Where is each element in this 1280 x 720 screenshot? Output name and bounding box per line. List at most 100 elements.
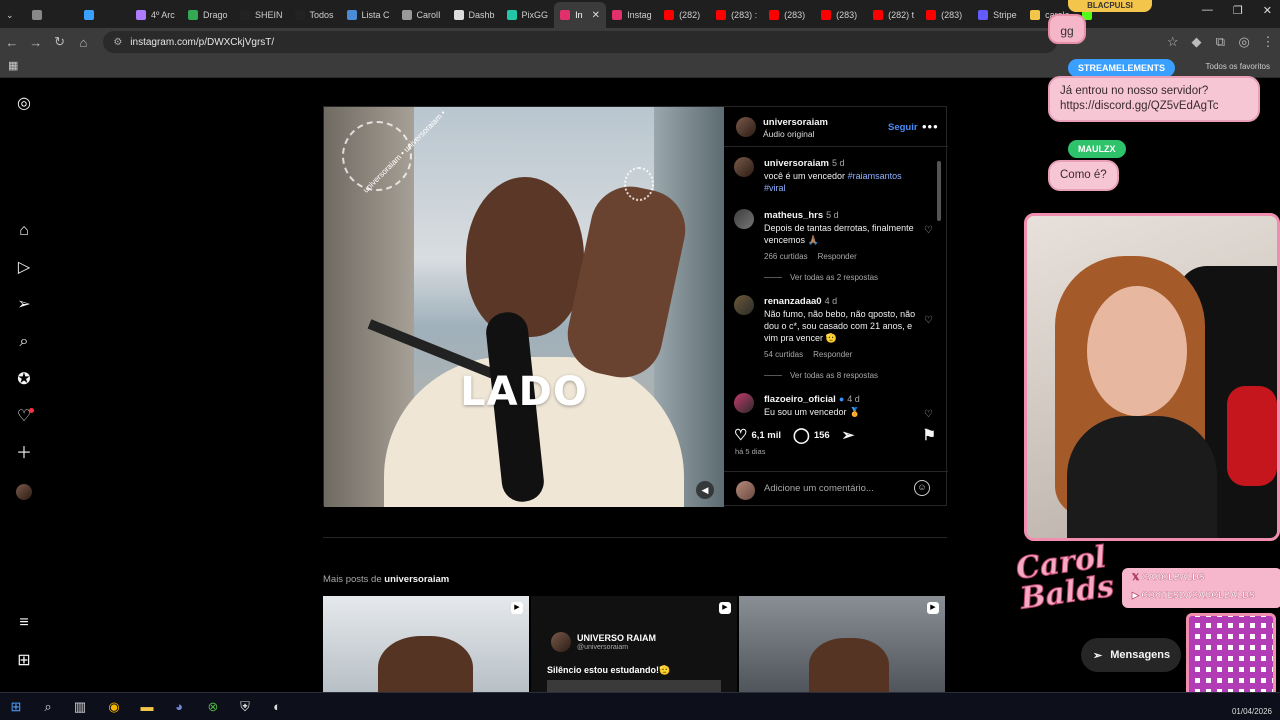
- browser-tab[interactable]: (282) t: [867, 2, 920, 28]
- security-shield-icon[interactable]: ⛨: [235, 697, 255, 717]
- search-icon[interactable]: ⌕: [38, 697, 58, 717]
- reload-button[interactable]: ↻: [48, 34, 72, 50]
- browser-tab[interactable]: Todos: [289, 2, 341, 28]
- browser-tab[interactable]: (283): [763, 2, 815, 28]
- comment-likes[interactable]: 266 curtidas: [764, 252, 808, 261]
- webcam-feed: [1024, 213, 1280, 541]
- bookmark-star-icon[interactable]: ☆: [1161, 34, 1185, 50]
- youtube-icon: ▶: [1132, 590, 1142, 600]
- author-username[interactable]: universoraiam: [763, 117, 828, 128]
- comment-username[interactable]: flazoeiro_oficial: [764, 394, 836, 405]
- xbox-icon[interactable]: ⊗: [203, 697, 223, 717]
- apps-grid-icon[interactable]: ▦: [8, 59, 18, 72]
- reel-video[interactable]: universoraiam • universoraiam • LADO ◀: [324, 107, 724, 507]
- extension-icon[interactable]: ◆: [1185, 34, 1209, 50]
- browser-tab[interactable]: [78, 2, 130, 28]
- more-post-thumbnail[interactable]: ▶: [323, 596, 529, 692]
- more-post-thumbnail[interactable]: ▶: [739, 596, 945, 692]
- all-bookmarks-label[interactable]: Todos os favoritos: [1206, 62, 1270, 71]
- close-window-icon[interactable]: ✕: [1263, 4, 1272, 17]
- comment-avatar[interactable]: [734, 393, 754, 413]
- more-post-thumbnail[interactable]: UNIVERSO RAIAM @universoraiam Silêncio e…: [531, 596, 737, 692]
- browser-tab[interactable]: (283): [920, 2, 972, 28]
- taskbar-clock[interactable]: 01/04/2026: [1232, 707, 1272, 716]
- browser-tab[interactable]: (283): [815, 2, 867, 28]
- windows-start-icon[interactable]: ⊞: [6, 697, 26, 717]
- comments-scrollbar[interactable]: [937, 151, 941, 417]
- direct-send-icon[interactable]: ➢: [14, 295, 34, 315]
- share-send-icon[interactable]: ➢: [842, 426, 855, 444]
- like-heart-icon[interactable]: ♡: [734, 426, 747, 444]
- close-tab-icon[interactable]: ✕: [592, 10, 600, 21]
- view-replies-link[interactable]: Ver todas as 2 respostas: [764, 273, 878, 282]
- browser-tab[interactable]: Stripe: [972, 2, 1024, 28]
- more-posts-user[interactable]: universoraiam: [384, 574, 449, 585]
- profile-icon[interactable]: ◎: [1232, 34, 1256, 50]
- back-button[interactable]: ←: [0, 35, 24, 50]
- comment-like-icon[interactable]: ♡: [924, 225, 934, 236]
- more-options-icon[interactable]: •••: [922, 119, 939, 134]
- notifications-heart-icon[interactable]: ♡: [14, 407, 34, 427]
- messages-button[interactable]: ➢ Mensagens: [1081, 638, 1181, 672]
- tab-label: 4º Arc: [151, 10, 175, 20]
- chrome-icon[interactable]: ◉: [104, 697, 124, 717]
- browser-tab[interactable]: (283) :: [710, 2, 763, 28]
- comment-avatar[interactable]: [734, 209, 754, 229]
- maximize-icon[interactable]: ❐: [1233, 4, 1243, 17]
- comment-like-icon[interactable]: ♡: [924, 409, 934, 417]
- obs-icon[interactable]: ◐: [267, 697, 287, 717]
- discord-icon[interactable]: ◕: [169, 697, 189, 717]
- browser-tab[interactable]: 4º Arc: [130, 2, 182, 28]
- profile-avatar[interactable]: [14, 482, 34, 502]
- author-avatar[interactable]: [736, 117, 756, 137]
- verified-badge-icon: ●: [838, 394, 845, 404]
- home-button[interactable]: ⌂: [71, 35, 95, 50]
- browser-tab[interactable]: Instag: [606, 2, 658, 28]
- threads-apps-icon[interactable]: ⊞: [14, 651, 34, 671]
- reply-button[interactable]: Responder: [813, 350, 852, 359]
- browser-tab[interactable]: Dashb: [448, 2, 501, 28]
- caption-avatar[interactable]: [734, 157, 754, 177]
- view-replies-link[interactable]: Ver todas as 8 respostas: [764, 371, 878, 380]
- browser-tab[interactable]: (282): [658, 2, 710, 28]
- comment-like-icon[interactable]: ♡: [924, 315, 934, 326]
- file-explorer-icon[interactable]: ▬: [137, 697, 157, 717]
- save-bookmark-icon[interactable]: ⚑: [923, 426, 936, 444]
- comment-bubble-icon[interactable]: ◯: [793, 426, 810, 444]
- browser-tab[interactable]: [26, 2, 78, 28]
- search-icon[interactable]: ⌕: [14, 332, 34, 352]
- volume-icon[interactable]: ◀: [696, 481, 714, 499]
- reply-button[interactable]: Responder: [818, 252, 857, 261]
- address-bar[interactable]: ⚙ instagram.com/p/DWXCkjVgrsT/: [103, 31, 1057, 53]
- home-icon[interactable]: ⌂: [14, 221, 34, 241]
- likes-count[interactable]: 6,1 mil: [751, 430, 781, 441]
- comment-input[interactable]: Adicione um comentário...: [764, 483, 874, 494]
- comment-username[interactable]: renanzadaa0: [764, 296, 822, 307]
- site-info-icon[interactable]: ⚙: [113, 37, 122, 48]
- instagram-logo-icon[interactable]: ◎: [14, 94, 34, 114]
- browser-tab[interactable]: Drago: [182, 2, 234, 28]
- task-view-icon[interactable]: ▥: [70, 697, 90, 717]
- forward-button[interactable]: →: [24, 35, 48, 50]
- tab-label: CarolI: [416, 10, 441, 20]
- tab-list-button[interactable]: ⌄: [0, 2, 26, 28]
- browser-tab[interactable]: Lista C: [341, 2, 396, 28]
- audio-label[interactable]: Áudio original: [763, 129, 815, 139]
- browser-tab[interactable]: PixGG: [501, 2, 555, 28]
- create-plus-icon[interactable]: ＋: [14, 444, 34, 464]
- menu-kebab-icon[interactable]: ⋮: [1256, 34, 1280, 50]
- comment-avatar[interactable]: [734, 295, 754, 315]
- browser-tab[interactable]: CarolI: [396, 2, 448, 28]
- extensions-puzzle-icon[interactable]: ⧉: [1208, 34, 1232, 50]
- reels-icon[interactable]: ▷: [14, 258, 34, 278]
- caption-username[interactable]: universoraiam: [764, 158, 829, 169]
- comment-likes[interactable]: 54 curtidas: [764, 350, 803, 359]
- minimize-icon[interactable]: —: [1202, 4, 1213, 17]
- comment-username[interactable]: matheus_hrs: [764, 210, 823, 221]
- follow-button[interactable]: Seguir: [888, 122, 918, 133]
- menu-hamburger-icon[interactable]: ≡: [14, 613, 34, 633]
- browser-tab[interactable]: In ✕: [554, 2, 607, 28]
- emoji-icon[interactable]: ☺: [914, 480, 930, 496]
- browser-tab[interactable]: SHEIN: [234, 2, 289, 28]
- explore-compass-icon[interactable]: ✪: [14, 370, 34, 390]
